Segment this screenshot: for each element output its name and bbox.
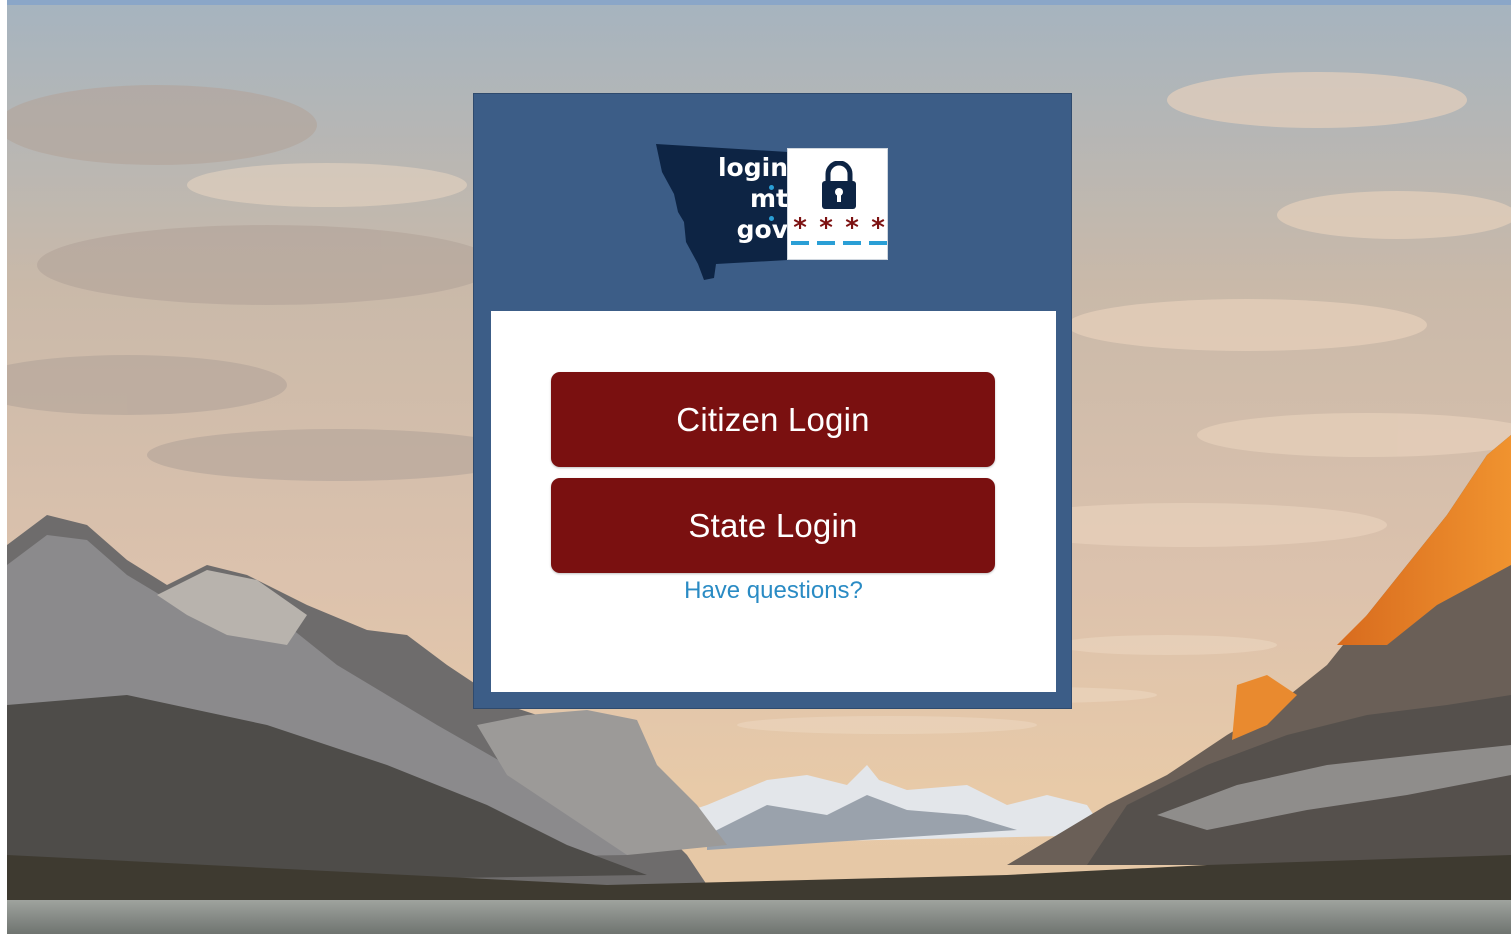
login-page: login mt gov * * * * Citizen Login State… bbox=[0, 0, 1511, 934]
password-stars: * * * * bbox=[791, 215, 887, 245]
password-star: * bbox=[869, 215, 887, 245]
left-margin bbox=[0, 0, 7, 934]
logo-dot bbox=[769, 185, 774, 190]
login-mt-gov-logo: login mt gov * * * * bbox=[654, 142, 890, 282]
password-star: * bbox=[817, 215, 835, 245]
login-options-panel: Citizen Login State Login Have questions… bbox=[491, 311, 1056, 692]
logo-dot bbox=[769, 216, 774, 221]
logo-word-login: login bbox=[717, 153, 788, 182]
state-login-button[interactable]: State Login bbox=[551, 478, 995, 573]
login-card: login mt gov * * * * Citizen Login State… bbox=[473, 93, 1072, 709]
have-questions-link[interactable]: Have questions? bbox=[491, 577, 1056, 605]
padlock-icon bbox=[822, 161, 856, 209]
citizen-login-button[interactable]: Citizen Login bbox=[551, 372, 995, 467]
logo-lock-panel: * * * * bbox=[787, 148, 888, 260]
password-star: * bbox=[791, 215, 809, 245]
top-border bbox=[0, 0, 1511, 5]
logo-wordmark: login mt gov bbox=[686, 152, 788, 245]
password-star: * bbox=[843, 215, 861, 245]
